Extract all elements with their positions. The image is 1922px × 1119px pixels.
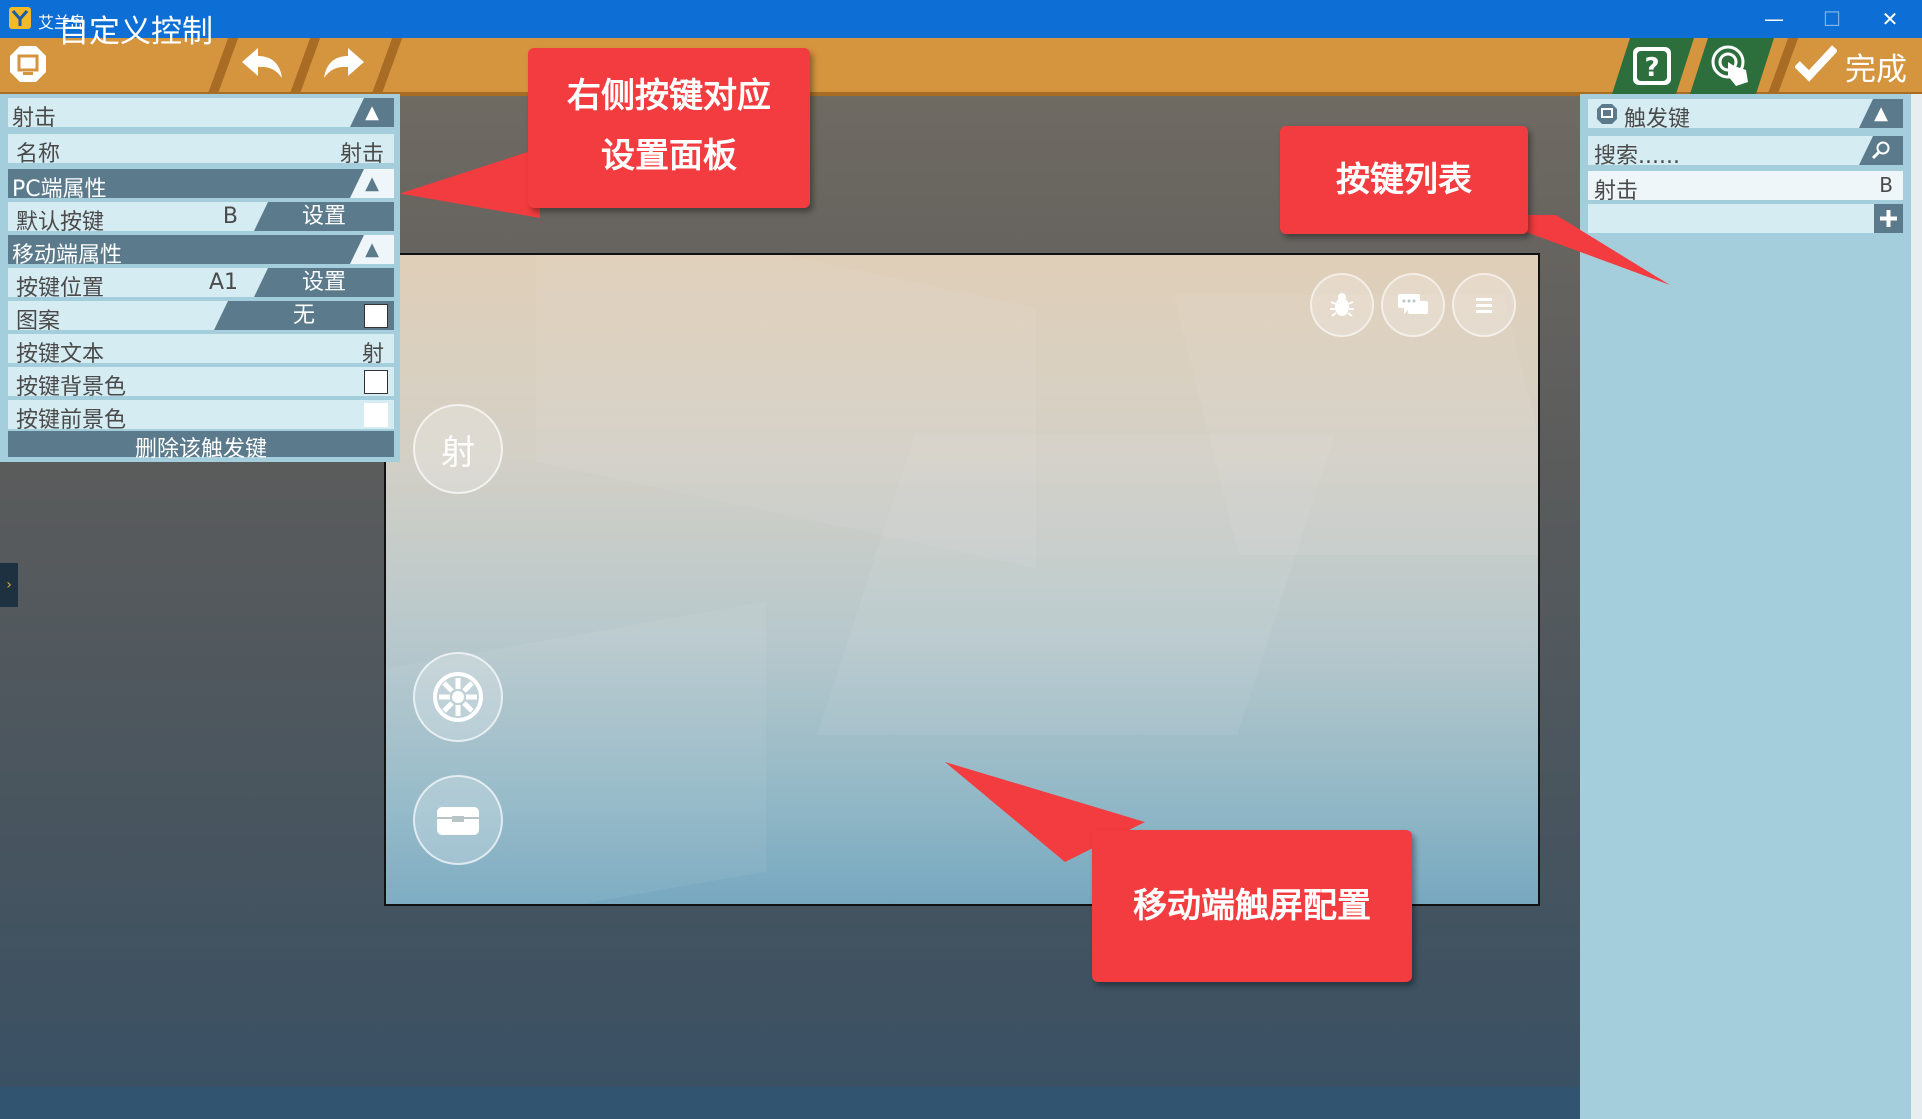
section-title: 射击: [12, 106, 57, 131]
fg-color-label: 按键前景色: [16, 408, 127, 433]
key-property-panel: 射击 ▲ 名称 射击 PC端属性 ▲ 默认按键 B 设置 移动端属性 ▲ 按键位…: [0, 94, 400, 462]
skill-wheel-button[interactable]: [413, 652, 503, 742]
callout-line: 设置面板: [601, 136, 737, 176]
toolbar-title: 自定义控制: [58, 14, 213, 50]
set-key-position-button[interactable]: 设置: [254, 268, 394, 297]
minimize-button[interactable]: —: [1745, 0, 1803, 38]
search-icon[interactable]: [1859, 136, 1903, 165]
collapse-icon[interactable]: ▲: [350, 169, 394, 198]
backpack-icon: [437, 807, 479, 835]
done-button[interactable]: 完成: [1845, 44, 1907, 89]
inventory-button[interactable]: [413, 775, 503, 865]
list-item[interactable]: 射击 B: [1588, 171, 1903, 204]
list-header-icon: [1596, 103, 1618, 129]
touch-gesture-icon: [1708, 42, 1754, 94]
callout-line: 右侧按键对应: [567, 76, 771, 116]
name-value[interactable]: 射击: [340, 136, 384, 168]
default-key-label: 默认按键: [16, 210, 105, 235]
default-key-row: 默认按键 B 设置: [8, 202, 394, 235]
custom-control-icon: [8, 44, 48, 88]
maximize-button[interactable]: ☐: [1803, 0, 1861, 38]
bug-report-icon[interactable]: [1310, 273, 1374, 337]
mobile-screen-preview[interactable]: [384, 253, 1540, 906]
pattern-row: 图案 无: [8, 301, 394, 334]
bg-color-swatch[interactable]: [364, 370, 388, 394]
plus-icon: [1880, 210, 1897, 227]
search-input[interactable]: 搜索......: [1594, 138, 1680, 170]
check-icon[interactable]: [1794, 44, 1838, 86]
delete-trigger-button[interactable]: 删除该触发键: [8, 431, 394, 462]
add-row: [1588, 204, 1903, 233]
key-position-label: 按键位置: [16, 276, 105, 301]
close-button[interactable]: ✕: [1861, 0, 1919, 38]
pattern-preview[interactable]: [364, 304, 388, 328]
fg-color-swatch[interactable]: [364, 403, 388, 427]
callout-key-list: 按键列表: [1280, 126, 1528, 234]
list-item-key: B: [1879, 173, 1893, 197]
key-position-row: 按键位置 A1 设置: [8, 268, 394, 301]
mobile-properties-header[interactable]: 移动端属性 ▲: [8, 235, 394, 268]
pc-header-label: PC端属性: [12, 177, 107, 202]
name-label: 名称: [16, 142, 61, 167]
delete-label: 删除该触发键: [134, 437, 267, 462]
chat-icon[interactable]: [1381, 273, 1445, 337]
svg-text:?: ?: [1644, 53, 1659, 83]
bg-color-row: 按键背景色: [8, 367, 394, 400]
pattern-label: 图案: [16, 309, 61, 334]
mobile-header-label: 移动端属性: [12, 243, 123, 268]
collapse-icon[interactable]: ▲: [350, 235, 394, 264]
key-text-value[interactable]: 射: [362, 336, 384, 368]
title-bar: [0, 0, 1922, 38]
trigger-key-list-panel: [1580, 94, 1922, 1119]
collapse-icon[interactable]: ▲: [1859, 99, 1903, 128]
key-text-row: 按键文本 射: [8, 334, 394, 367]
expand-left-panel-icon[interactable]: ›: [0, 563, 18, 607]
collapse-icon[interactable]: ▲: [350, 98, 394, 127]
redo-icon[interactable]: [322, 46, 366, 84]
wheel-icon: [433, 672, 483, 722]
set-default-key-button[interactable]: 设置: [254, 202, 394, 231]
trigger-list-header[interactable]: 触发键 ▲: [1588, 99, 1903, 132]
bg-color-label: 按键背景色: [16, 375, 127, 400]
callout-property-panel: 右侧按键对应 设置面板: [528, 48, 810, 208]
name-row: 名称 射击: [8, 134, 394, 167]
right-panel-scrollbar[interactable]: [1911, 94, 1922, 1119]
list-item-label: 射击: [1594, 179, 1639, 204]
pattern-value: 无: [292, 303, 315, 328]
menu-icon[interactable]: [1452, 273, 1516, 337]
fg-color-row: 按键前景色: [8, 400, 394, 433]
default-key-value: B: [222, 204, 238, 229]
search-row: 搜索......: [1588, 136, 1903, 169]
workspace-bottom-strip: [0, 1087, 1580, 1119]
undo-icon[interactable]: [240, 46, 284, 84]
add-trigger-button[interactable]: [1874, 204, 1903, 233]
shoot-touch-button[interactable]: 射: [413, 404, 503, 494]
app-logo-icon: [9, 7, 31, 29]
pc-properties-header[interactable]: PC端属性 ▲: [8, 169, 394, 202]
section-header-shoot[interactable]: 射击 ▲: [8, 98, 394, 131]
list-header-title: 触发键: [1624, 107, 1691, 132]
key-text-label: 按键文本: [16, 342, 105, 367]
key-position-value: A1: [208, 270, 238, 295]
callout-mobile-config: 移动端触屏配置: [1092, 830, 1412, 982]
help-icon: ?: [1630, 44, 1674, 92]
